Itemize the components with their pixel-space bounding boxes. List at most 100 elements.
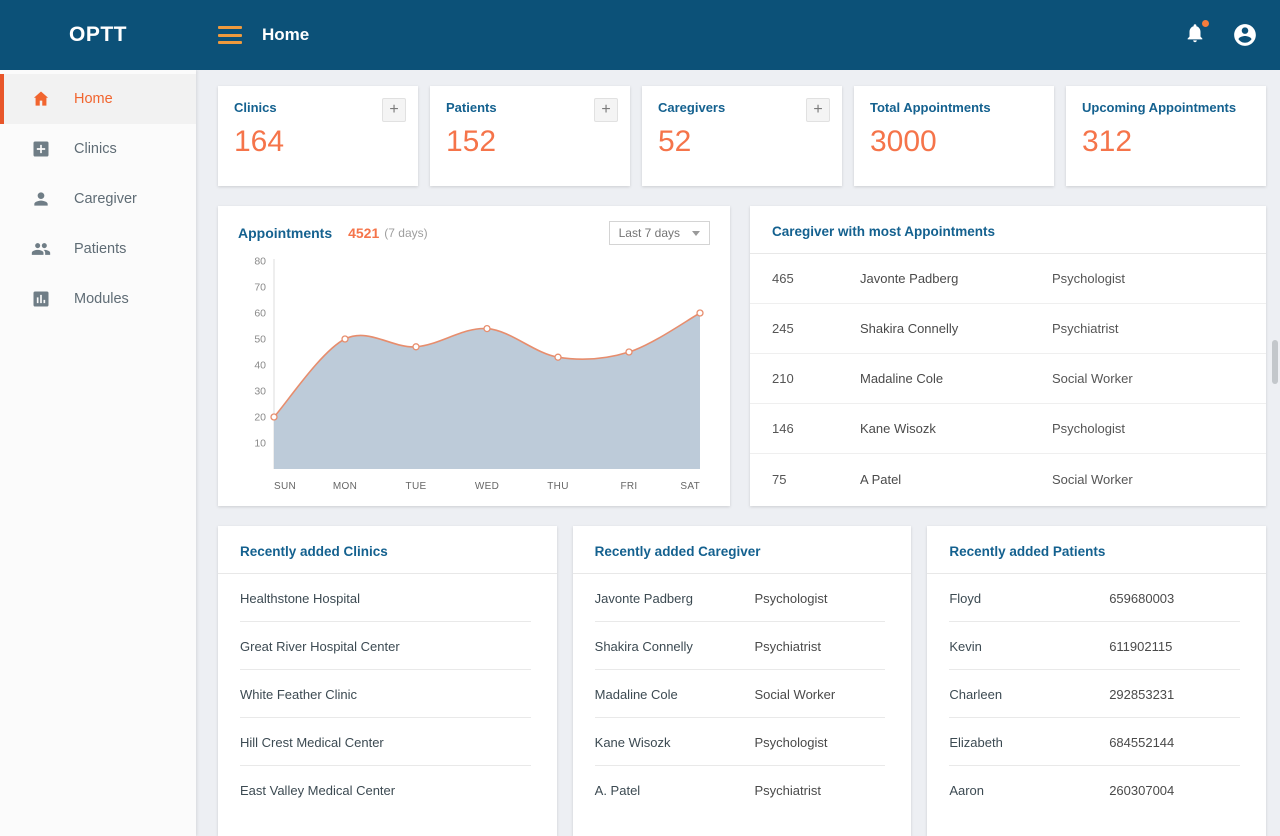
appointment-count: 210 bbox=[772, 371, 794, 386]
list-item[interactable]: A. Patel Psychiatrist bbox=[595, 766, 886, 813]
stat-label: Patients bbox=[446, 100, 497, 115]
list-item[interactable]: Hill Crest Medical Center bbox=[240, 718, 531, 766]
patient-name: Floyd bbox=[949, 591, 982, 606]
bar-chart-icon bbox=[33, 291, 49, 307]
account-button[interactable] bbox=[1232, 22, 1258, 48]
recent-clinics-card: Recently added Clinics Healthstone Hospi… bbox=[218, 526, 557, 836]
period-note: (7 days) bbox=[384, 226, 428, 240]
clinic-name: Hill Crest Medical Center bbox=[240, 735, 384, 750]
list-item[interactable]: Healthstone Hospital bbox=[240, 574, 531, 622]
date-range-select[interactable]: Last 7 days bbox=[608, 221, 710, 245]
top-caregivers-card: Caregiver with most Appointments 465 Jav… bbox=[750, 206, 1266, 506]
caregiver-role: Psychiatrist bbox=[754, 639, 821, 654]
hamburger-menu-icon[interactable] bbox=[218, 26, 242, 44]
date-range-value: Last 7 days bbox=[618, 226, 680, 240]
svg-text:FRI: FRI bbox=[620, 481, 637, 492]
table-row[interactable]: 75 A Patel Social Worker bbox=[750, 454, 1266, 504]
brand-zone: OPTT bbox=[0, 23, 196, 47]
recent-patients-card: Recently added Patients Floyd 659680003 … bbox=[927, 526, 1266, 836]
middle-row: Appointments 4521 (7 days) Last 7 days 1… bbox=[218, 206, 1266, 506]
table-row[interactable]: 146 Kane Wisozk Psychologist bbox=[750, 404, 1266, 454]
panel-title: Recently added Patients bbox=[927, 526, 1266, 574]
list-item[interactable]: Great River Hospital Center bbox=[240, 622, 531, 670]
sidebar-item-clinics[interactable]: Clinics bbox=[0, 124, 196, 174]
stat-value: 52 bbox=[658, 125, 692, 158]
people-icon bbox=[31, 243, 51, 255]
caregiver-role: Psychologist bbox=[1052, 421, 1125, 436]
stat-card-upcoming-appointments: Upcoming Appointments 312 bbox=[1066, 86, 1266, 186]
list-item[interactable]: Shakira Connelly Psychiatrist bbox=[594, 622, 886, 670]
appointment-count: 75 bbox=[772, 471, 787, 487]
caregiver-name: A. Patel bbox=[594, 783, 641, 798]
svg-text:TUE: TUE bbox=[406, 481, 427, 492]
svg-text:10: 10 bbox=[254, 438, 266, 450]
sidebar-item-home[interactable]: Home bbox=[0, 74, 196, 124]
list-item[interactable]: Madaline Cole Social Worker bbox=[594, 670, 886, 718]
chart-header: Appointments 4521 (7 days) Last 7 days bbox=[238, 221, 710, 245]
patient-phone: 611902115 bbox=[1109, 639, 1173, 654]
page-title: Home bbox=[262, 25, 310, 44]
sidebar-nav: Home Clinics Caregiver Patients Modules bbox=[0, 70, 196, 836]
panel-title: Caregiver with most Appointments bbox=[750, 206, 1266, 254]
add-clinic-button[interactable]: + bbox=[382, 98, 406, 122]
add-patient-button[interactable]: + bbox=[594, 98, 618, 122]
stats-row: Clinics 164 + Patients 152 + Caregivers … bbox=[218, 86, 1266, 186]
app-logo: OPTT bbox=[69, 23, 127, 46]
list-item[interactable]: Kane Wisozk Psychologist bbox=[594, 718, 886, 766]
svg-text:MON: MON bbox=[333, 481, 357, 492]
stat-label: Caregivers bbox=[658, 100, 726, 115]
list-item[interactable]: Elizabeth 684552144 bbox=[949, 718, 1240, 766]
svg-text:20: 20 bbox=[254, 412, 266, 424]
patient-phone: 684552144 bbox=[1109, 735, 1175, 750]
list-item[interactable]: Charleen 292853231 bbox=[949, 670, 1240, 718]
stat-value: 312 bbox=[1082, 125, 1133, 158]
stat-label: Upcoming Appointments bbox=[1082, 100, 1237, 115]
chevron-down-icon bbox=[692, 230, 700, 236]
svg-text:SUN: SUN bbox=[274, 481, 296, 492]
table-row[interactable]: 465 Javonte Padberg Psychologist bbox=[750, 254, 1266, 304]
caregiver-role: Social Worker bbox=[1052, 371, 1133, 386]
sidebar-item-caregiver[interactable]: Caregiver bbox=[0, 174, 196, 224]
list-item[interactable]: Kevin 611902115 bbox=[949, 622, 1240, 670]
caregiver-name: Kane Wisozk bbox=[860, 421, 936, 436]
sidebar-item-modules[interactable]: Modules bbox=[0, 274, 196, 324]
list-item[interactable]: Aaron 260307004 bbox=[949, 766, 1240, 813]
list-item[interactable]: White Feather Clinic bbox=[240, 670, 531, 718]
add-caregiver-button[interactable]: + bbox=[806, 98, 830, 122]
stat-card-total-appointments: Total Appointments 3000 bbox=[854, 86, 1054, 186]
patient-phone: 260307004 bbox=[1109, 783, 1175, 798]
list-item[interactable]: Javonte Padberg Psychologist bbox=[594, 574, 886, 622]
avatar-icon bbox=[1234, 24, 1256, 46]
caregiver-role: Social Worker bbox=[1052, 471, 1133, 487]
notifications-button[interactable] bbox=[1184, 18, 1210, 49]
appointments-chart-card: Appointments 4521 (7 days) Last 7 days 1… bbox=[218, 206, 730, 506]
stat-value: 164 bbox=[234, 125, 285, 158]
table-row[interactable]: 210 Madaline Cole Social Worker bbox=[750, 354, 1266, 404]
list-item[interactable]: East Valley Medical Center bbox=[240, 766, 531, 813]
table-row[interactable]: 245 Shakira Connelly Psychiatrist bbox=[750, 304, 1266, 354]
recent-caregivers-card: Recently added Caregiver Javonte Padberg… bbox=[572, 526, 912, 836]
svg-text:THU: THU bbox=[547, 481, 568, 492]
clinic-name: White Feather Clinic bbox=[240, 687, 358, 702]
caregiver-role: Social Worker bbox=[754, 687, 836, 702]
caregiver-name: Kane Wisozk bbox=[594, 735, 671, 750]
svg-text:WED: WED bbox=[475, 481, 499, 492]
person-icon bbox=[34, 192, 48, 206]
svg-text:70: 70 bbox=[254, 282, 266, 294]
caregiver-role: Psychiatrist bbox=[1052, 321, 1119, 336]
scrollbar-thumb[interactable] bbox=[1272, 340, 1278, 384]
svg-text:40: 40 bbox=[254, 360, 266, 372]
list-item[interactable]: Floyd 659680003 bbox=[949, 574, 1240, 622]
appointment-count: 245 bbox=[772, 321, 794, 336]
caregiver-name: Madaline Cole bbox=[860, 371, 944, 386]
svg-text:80: 80 bbox=[254, 256, 266, 268]
add-box-icon bbox=[33, 141, 49, 157]
sidebar-item-patients[interactable]: Patients bbox=[0, 224, 196, 274]
caregiver-role: Psychologist bbox=[1052, 271, 1125, 286]
sidebar-item-label: Clinics bbox=[74, 141, 117, 157]
patient-name: Charleen bbox=[949, 687, 1003, 702]
patient-phone: 659680003 bbox=[1109, 591, 1175, 606]
top-app-bar: OPTT Home bbox=[0, 0, 1280, 70]
svg-text:SAT: SAT bbox=[680, 481, 700, 492]
svg-text:30: 30 bbox=[254, 386, 266, 398]
